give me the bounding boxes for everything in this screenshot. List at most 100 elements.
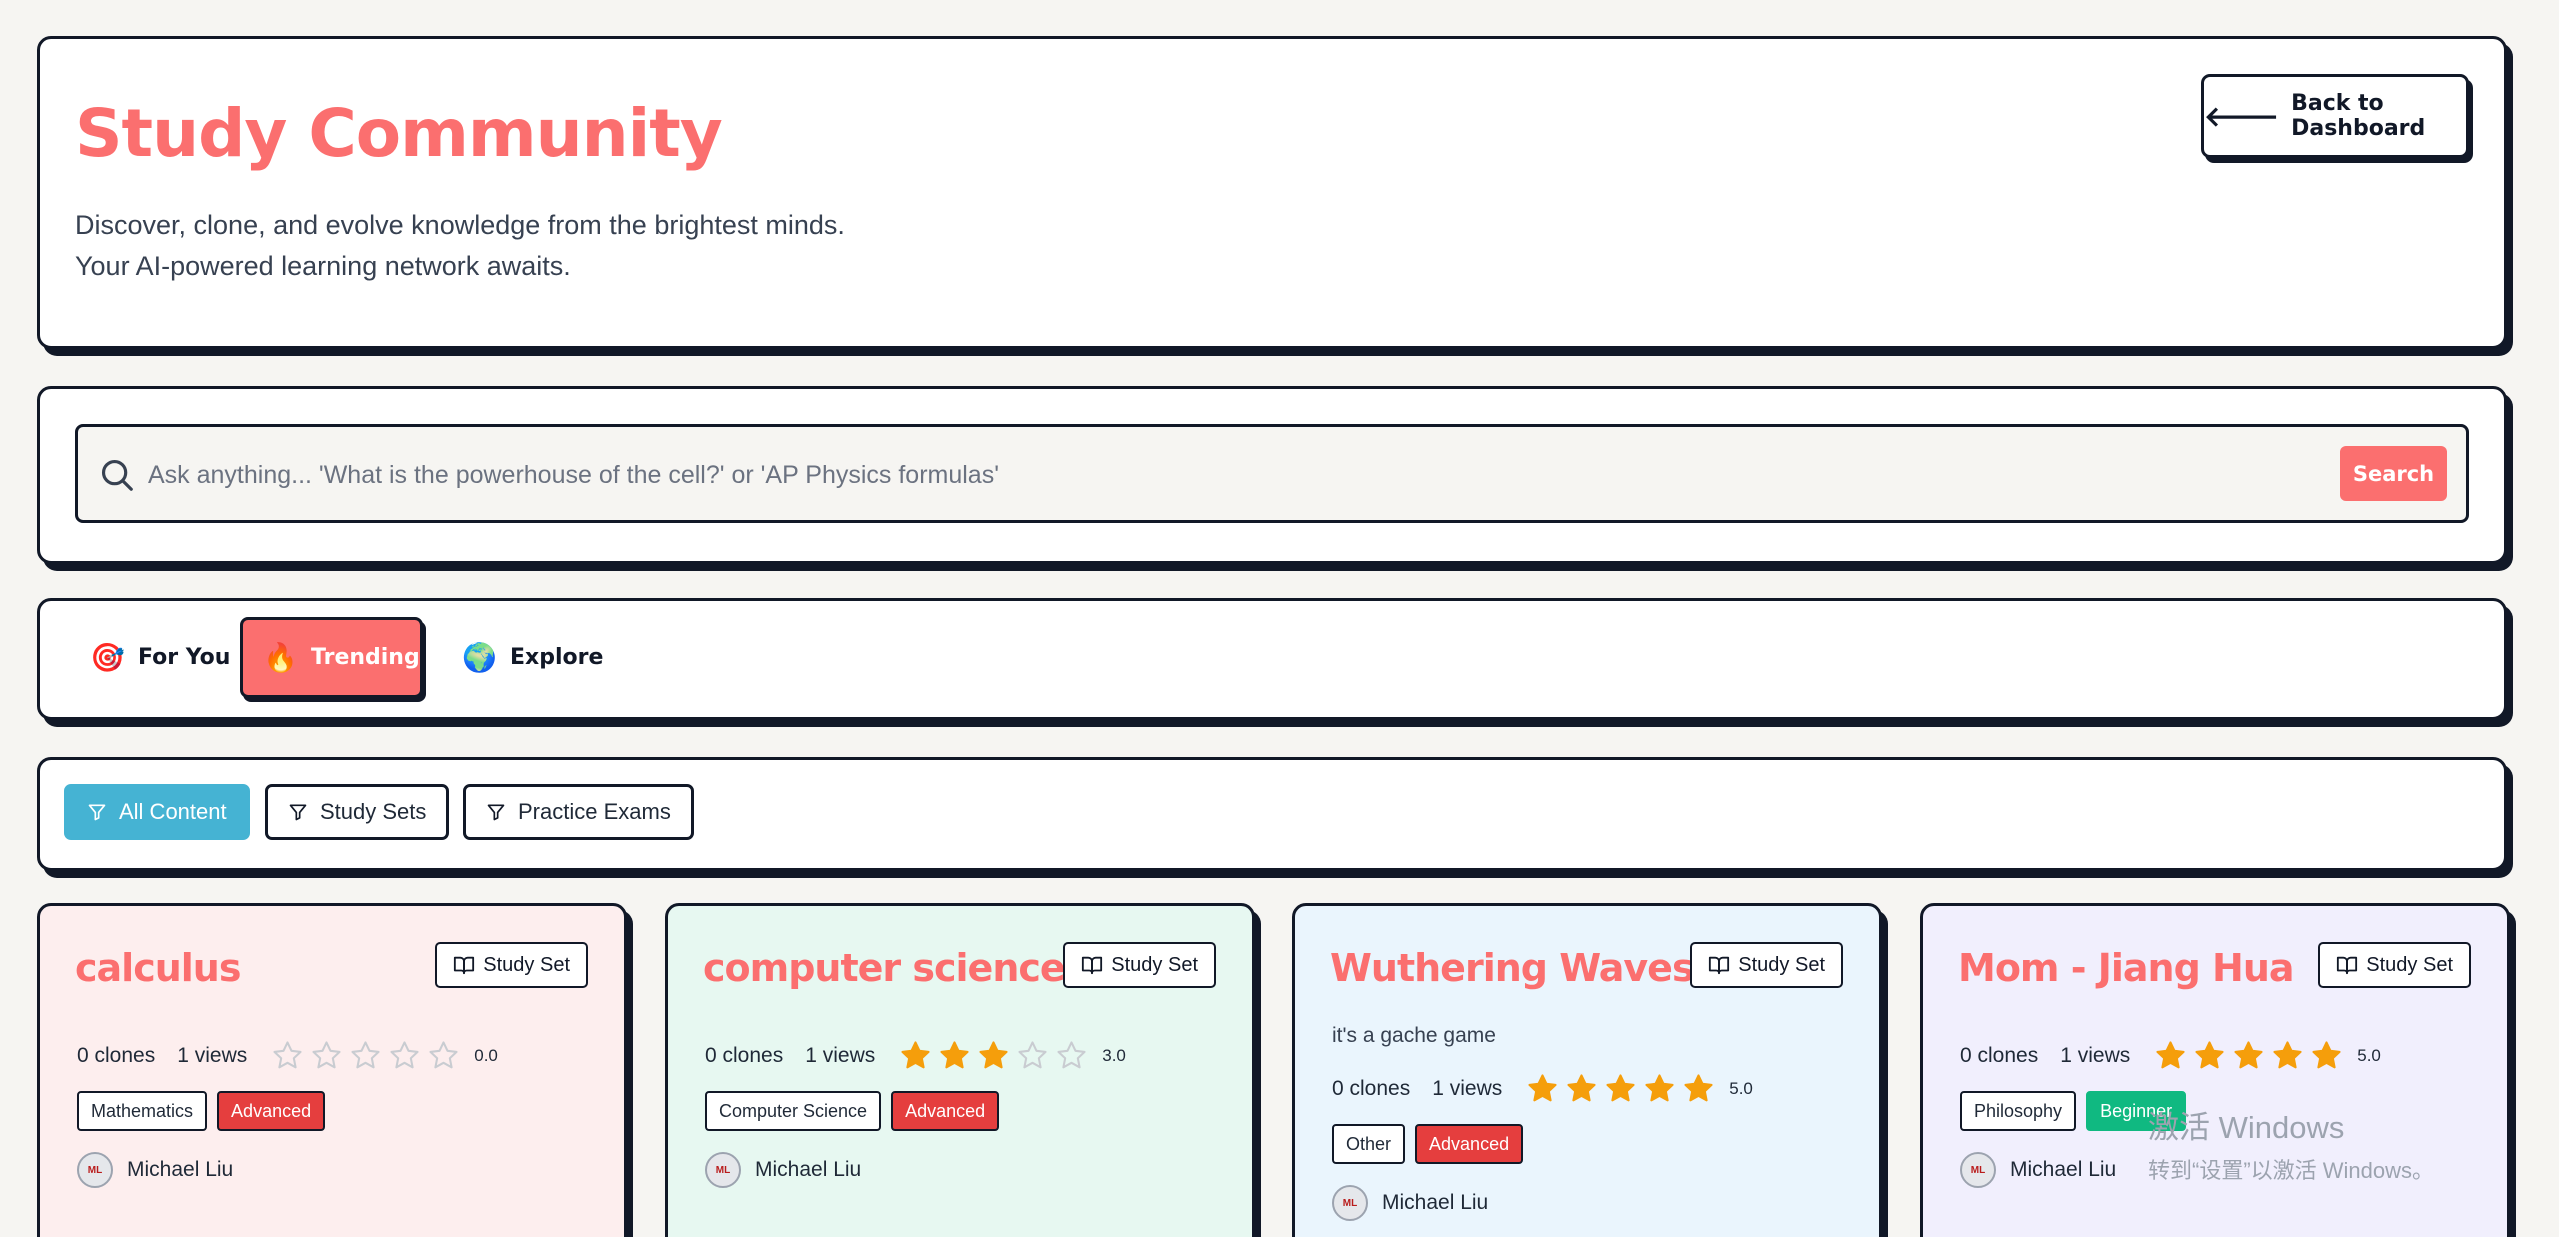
level-tag: Advanced [217,1091,326,1131]
card-author: ML Michael Liu [1332,1185,1488,1221]
book-open-icon [2337,956,2358,975]
views-count: 1 views [1432,1076,1503,1100]
back-to-dashboard-button[interactable]: 🡐 Back to Dashboard [2201,74,2469,158]
card-stats: 0 clones 1 views 0.0 [77,1039,498,1072]
star-rating [271,1039,460,1072]
back-to-dashboard-label: Back to Dashboard [2291,91,2426,141]
star-rating [1526,1072,1715,1105]
views-count: 1 views [177,1043,248,1067]
card-author: ML Michael Liu [1960,1152,2116,1188]
tab-label: Explore [510,645,604,670]
book-open-icon [1709,956,1730,975]
search-icon [101,459,133,491]
tab-trending[interactable]: 🔥 Trending [240,617,423,698]
card-tags: Other Advanced [1332,1124,1524,1164]
arrow-left-icon: 🡐 [2204,100,2280,133]
card-tags: Computer Science Advanced [705,1091,1000,1131]
clones-count: 0 clones [1332,1076,1411,1100]
card-stats: 0 clones 1 views 5.0 [1332,1072,1753,1105]
type-label: Study Set [483,953,570,976]
fire-icon: 🔥 [263,641,298,674]
card-author: ML Michael Liu [705,1152,861,1188]
avatar: ML [705,1152,741,1188]
type-badge: Study Set [1063,942,1216,988]
search-button[interactable]: Search [2340,446,2447,501]
star-filled-icon [1606,1074,1635,1102]
watermark-line1: 激活 Windows [2148,1110,2345,1145]
content-card[interactable]: Mom - Jiang Hua Study Set 0 clones 1 vie… [1920,903,2510,1237]
star-filled-icon [940,1041,969,1069]
filter-practice-exams[interactable]: Practice Exams [463,784,694,840]
card-stats: 0 clones 1 views 3.0 [705,1039,1126,1072]
avatar: ML [77,1152,113,1188]
content-filter-panel: All Content Study Sets Practice Exams [37,757,2507,871]
star-filled-icon [1567,1074,1596,1102]
type-badge: Study Set [435,942,588,988]
star-empty-icon [273,1041,302,1069]
filter-label: Practice Exams [518,799,671,824]
target-icon: 🎯 [90,641,125,674]
card-title[interactable]: calculus [75,946,241,990]
subject-tag: Philosophy [1960,1091,2077,1131]
star-filled-icon [901,1041,930,1069]
avatar: ML [1960,1152,1996,1188]
star-rating [2154,1039,2343,1072]
tab-for-you[interactable]: 🎯 For You [70,617,250,698]
star-empty-icon [312,1041,341,1069]
rating-value: 3.0 [1102,1045,1126,1065]
filter-icon [88,804,106,821]
card-tags: Mathematics Advanced [77,1091,326,1131]
type-badge: Study Set [2318,942,2471,988]
star-filled-icon [1528,1074,1557,1102]
avatar: ML [1332,1185,1368,1221]
rating-value: 5.0 [1729,1078,1753,1098]
star-empty-icon [429,1041,458,1069]
rating-value: 0.0 [474,1045,498,1065]
views-count: 1 views [2060,1043,2131,1067]
search-bar: Search [75,424,2469,523]
card-description: it's a gache game [1332,1024,1496,1047]
card-title[interactable]: Mom - Jiang Hua [1958,946,2295,990]
filter-all-content[interactable]: All Content [64,784,250,840]
subject-tag: Mathematics [77,1091,208,1131]
content-card[interactable]: computer science Study Set 0 clones 1 vi… [665,903,1255,1237]
star-filled-icon [979,1041,1008,1069]
star-filled-icon [1645,1074,1674,1102]
clones-count: 0 clones [705,1043,784,1067]
author-name: Michael Liu [127,1158,234,1181]
windows-activation-watermark: 激活 Windows 转到“设置”以激活 Windows。 [2148,1102,2434,1185]
subject-tag: Computer Science [705,1091,882,1131]
page-title: Study Community [75,95,723,172]
search-panel: Search [37,386,2507,564]
level-tag: Advanced [891,1091,1000,1131]
star-filled-icon [2312,1041,2341,1069]
filter-study-sets[interactable]: Study Sets [265,784,450,840]
author-name: Michael Liu [2010,1158,2117,1181]
search-input[interactable] [148,449,2298,501]
content-card[interactable]: Wuthering Waves Study Set it's a gache g… [1292,903,1882,1237]
clones-count: 0 clones [77,1043,156,1067]
star-empty-icon [390,1041,419,1069]
star-filled-icon [2195,1041,2224,1069]
filter-icon [289,804,307,821]
card-title[interactable]: computer science [703,946,1066,990]
star-filled-icon [2156,1041,2185,1069]
tab-explore[interactable]: 🌍 Explore [442,617,623,698]
tab-label: For You [138,645,231,670]
type-label: Study Set [1111,953,1198,976]
globe-icon: 🌍 [462,641,497,674]
star-rating [899,1039,1088,1072]
subject-tag: Other [1332,1124,1406,1164]
card-stats: 0 clones 1 views 5.0 [1960,1039,2381,1072]
type-label: Study Set [2366,953,2453,976]
star-empty-icon [1018,1041,1047,1069]
card-title[interactable]: Wuthering Waves [1330,946,1695,990]
book-open-icon [454,956,475,975]
book-open-icon [1082,956,1103,975]
content-card[interactable]: calculus Study Set 0 clones 1 views 0.0 … [37,903,627,1237]
views-count: 1 views [805,1043,876,1067]
author-name: Michael Liu [755,1158,862,1181]
type-badge: Study Set [1690,942,1843,988]
star-filled-icon [2273,1041,2302,1069]
tab-label: Trending [311,645,420,670]
